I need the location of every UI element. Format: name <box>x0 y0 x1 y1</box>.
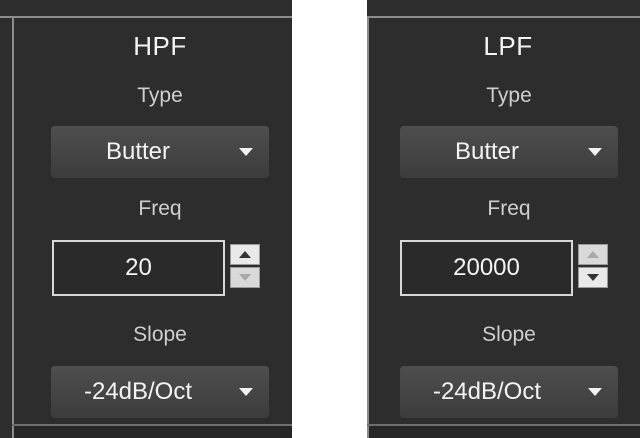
hpf-freq-up-button[interactable] <box>230 244 260 265</box>
lpf-panel: LPF Type Butter Freq 20000 Slope -24dB/O… <box>367 0 640 438</box>
spin-up-icon <box>239 251 251 258</box>
hpf-freq-down-button[interactable] <box>230 267 260 288</box>
hpf-type-label: Type <box>137 84 183 107</box>
lpf-type-dropdown[interactable]: Butter <box>400 126 618 178</box>
spin-down-icon <box>587 274 599 281</box>
chevron-down-icon <box>588 148 602 156</box>
hpf-type-value: Butter <box>105 138 171 165</box>
hpf-freq-input[interactable]: 20 <box>52 240 225 296</box>
hpf-title: HPF <box>133 31 187 61</box>
lpf-freq-input[interactable]: 20000 <box>400 240 573 296</box>
lpf-title: LPF <box>483 31 533 61</box>
chevron-down-icon <box>239 148 253 156</box>
hpf-freq-spinbox: 20 <box>52 240 273 296</box>
panel-bottom-area <box>369 426 640 438</box>
lpf-type-label: Type <box>486 84 532 107</box>
chevron-down-icon <box>588 388 602 396</box>
spin-up-icon <box>587 251 599 258</box>
lpf-slope-label: Slope <box>482 323 536 346</box>
panel-top-border <box>0 16 292 18</box>
hpf-slope-value: -24dB/Oct <box>83 378 193 405</box>
lpf-freq-down-button[interactable] <box>578 267 608 288</box>
spin-down-icon <box>239 274 251 281</box>
hpf-panel: HPF Type Butter Freq 20 Slope -24dB/Oct <box>0 0 292 438</box>
panel-top-border <box>367 16 640 18</box>
hpf-type-dropdown[interactable]: Butter <box>51 126 269 178</box>
hpf-freq-spin-buttons <box>230 244 262 290</box>
hpf-slope-dropdown[interactable]: -24dB/Oct <box>51 366 269 418</box>
lpf-freq-up-button[interactable] <box>578 244 608 265</box>
lpf-freq-spin-buttons <box>578 244 610 290</box>
lpf-slope-value: -24dB/Oct <box>432 378 542 405</box>
hpf-slope-label: Slope <box>133 323 187 346</box>
lpf-type-value: Butter <box>454 138 520 165</box>
panel-left-border <box>367 16 369 438</box>
hpf-freq-label: Freq <box>138 197 182 220</box>
panel-bottom-area <box>14 426 292 438</box>
panel-left-border <box>12 16 14 438</box>
lpf-freq-spinbox: 20000 <box>400 240 621 296</box>
lpf-freq-label: Freq <box>487 197 531 220</box>
lpf-slope-dropdown[interactable]: -24dB/Oct <box>400 366 618 418</box>
chevron-down-icon <box>239 388 253 396</box>
